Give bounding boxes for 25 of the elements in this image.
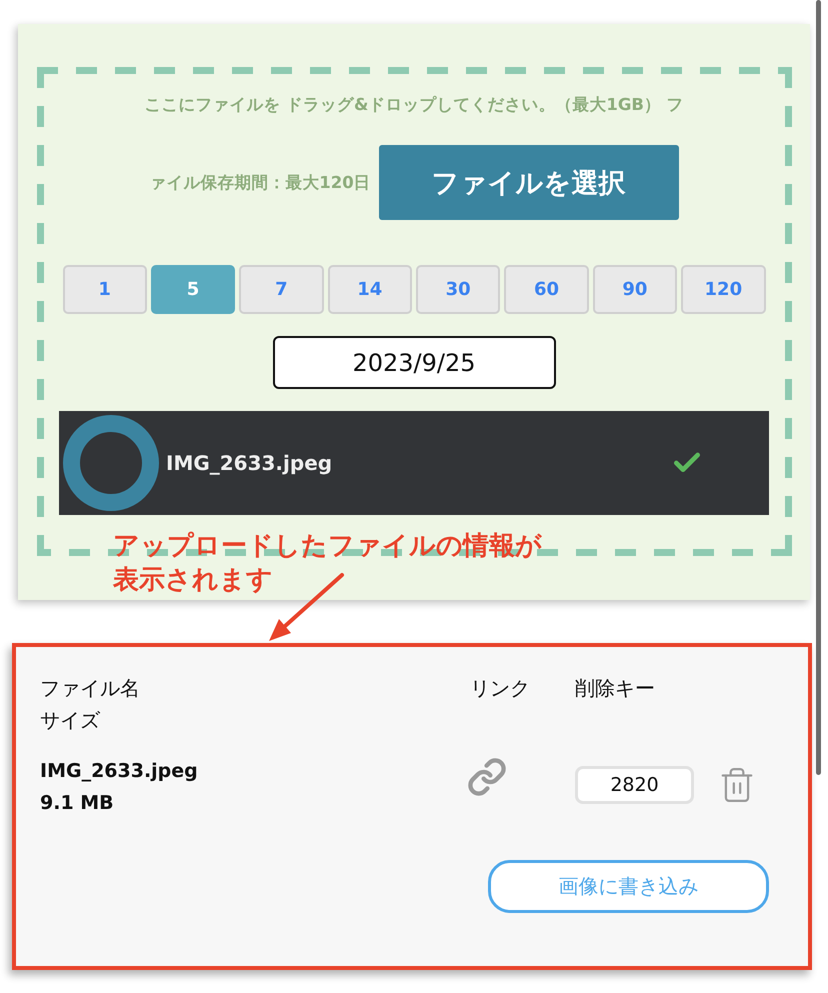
days-option-button[interactable]: 1 <box>62 265 147 314</box>
ring-icon <box>63 415 159 511</box>
file-name: IMG_2633.jpeg <box>166 451 332 475</box>
days-option-button[interactable]: 30 <box>416 265 500 314</box>
scrollbar-thumb[interactable] <box>816 0 821 775</box>
days-option-button[interactable]: 14 <box>328 265 412 314</box>
retention-info: ァイル保存期間：最大120日 <box>149 172 371 194</box>
delete-key-field[interactable]: 2820 <box>575 766 694 804</box>
days-option-button[interactable]: 90 <box>592 265 678 314</box>
days-option-button[interactable]: 60 <box>504 265 589 314</box>
link-icon[interactable] <box>467 757 507 797</box>
days-option-button[interactable]: 120 <box>681 265 766 314</box>
days-option-button[interactable]: 5 <box>150 265 236 314</box>
column-header: サイズ <box>40 707 100 734</box>
file-name: IMG_2633.jpeg <box>40 759 198 784</box>
file-size: 9.1 MB <box>40 791 114 816</box>
column-header: リンク <box>469 675 530 702</box>
write-to-image-button[interactable]: 画像に書き込み <box>488 860 769 913</box>
column-header: 削除キー <box>575 675 655 702</box>
column-header: ファイル名 <box>40 675 140 702</box>
days-option-button[interactable]: 7 <box>239 265 324 314</box>
date-field[interactable]: 2023/9/25 <box>272 336 556 389</box>
annotation-text: アップロードしたファイルの情報が表示されます <box>113 530 543 597</box>
drop-instructions: ここにファイルを ドラッグ&ドロップしてください。（最大1GB） フ <box>144 94 684 116</box>
select-file-button[interactable]: ファイルを選択 <box>378 145 679 220</box>
